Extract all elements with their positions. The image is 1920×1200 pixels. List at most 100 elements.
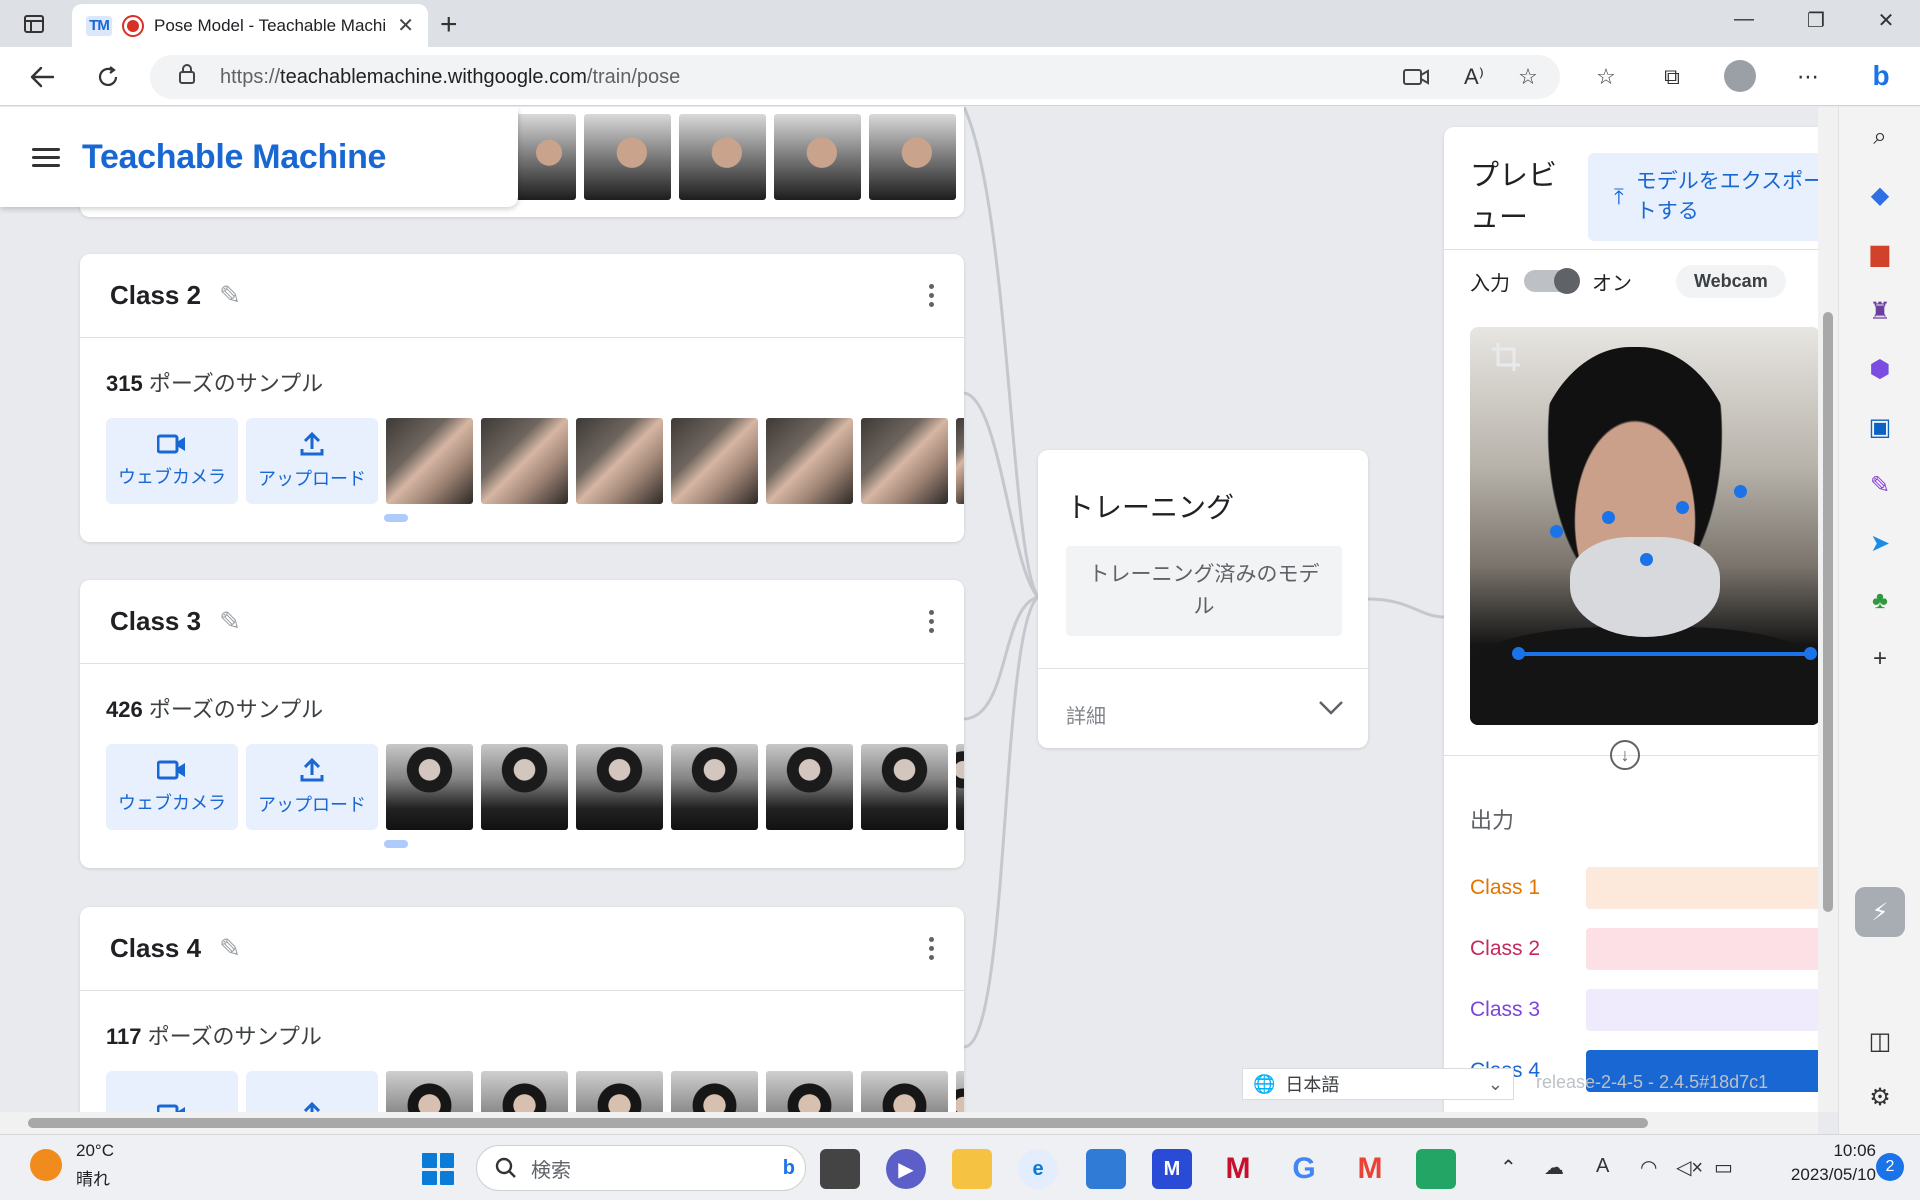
- webcam-button[interactable]: ウェブカメラ: [106, 418, 238, 504]
- page-scrollbar[interactable]: [1818, 107, 1838, 1112]
- tools-icon[interactable]: ▆: [1864, 237, 1896, 269]
- google-icon[interactable]: G: [1284, 1149, 1324, 1189]
- read-aloud-icon[interactable]: A⁾: [1458, 61, 1490, 93]
- edit-pencil-icon[interactable]: ✎: [219, 280, 241, 311]
- sample-thumbnail[interactable]: [766, 744, 853, 830]
- class-name[interactable]: Class 4: [110, 933, 201, 964]
- profile-avatar[interactable]: [1724, 60, 1756, 92]
- app-logo[interactable]: Teachable Machine: [82, 138, 386, 177]
- sample-thumbnail[interactable]: [956, 1071, 964, 1112]
- more-vert-icon[interactable]: [929, 610, 934, 633]
- export-model-button[interactable]: ⤒ モデルをエクスポートする: [1588, 153, 1818, 241]
- add-icon[interactable]: +: [1864, 643, 1896, 675]
- sample-thumbnail[interactable]: [861, 418, 948, 504]
- horizontal-scrollbar[interactable]: [0, 1112, 1818, 1134]
- sample-thumbnail[interactable]: [869, 114, 956, 200]
- bing-chat-icon[interactable]: b: [1858, 53, 1904, 99]
- volume-muted-icon[interactable]: ◁×: [1676, 1155, 1703, 1180]
- clock-time[interactable]: 10:06: [1756, 1141, 1876, 1161]
- sidebar-toggle-icon[interactable]: ◫: [1864, 1025, 1896, 1057]
- clock-date[interactable]: 2023/05/10: [1756, 1165, 1876, 1185]
- input-toggle[interactable]: [1524, 268, 1580, 294]
- sample-scroll-indicator[interactable]: [384, 840, 408, 848]
- more-vert-icon[interactable]: [929, 937, 934, 960]
- sample-thumbnail[interactable]: [766, 1071, 853, 1112]
- chevron-up-icon[interactable]: ⌃: [1500, 1155, 1517, 1180]
- teams-chat-icon[interactable]: ▶: [886, 1149, 926, 1189]
- weather-sun-icon[interactable]: [30, 1149, 62, 1181]
- tab-actions-icon[interactable]: [20, 10, 48, 38]
- weather-condition[interactable]: 晴れ: [76, 1165, 110, 1190]
- scrollbar-thumb[interactable]: [28, 1118, 1648, 1128]
- classroom-icon[interactable]: [1416, 1149, 1456, 1189]
- edit-pencil-icon[interactable]: ✎: [219, 933, 241, 964]
- sample-thumbnail[interactable]: [956, 744, 964, 830]
- crop-icon[interactable]: [1490, 341, 1522, 381]
- sample-thumbnail[interactable]: [386, 1071, 473, 1112]
- more-options-icon[interactable]: ⋯: [1792, 61, 1824, 93]
- sample-thumbnail[interactable]: [766, 418, 853, 504]
- class-name[interactable]: Class 3: [110, 606, 201, 637]
- ime-icon[interactable]: A: [1596, 1155, 1609, 1178]
- onedrive-cloud-icon[interactable]: ☁: [1544, 1155, 1564, 1180]
- file-explorer-icon[interactable]: [952, 1149, 992, 1189]
- close-tab-icon[interactable]: ✕: [397, 13, 414, 38]
- class-name[interactable]: Class 2: [110, 280, 201, 311]
- sample-thumbnail[interactable]: [386, 744, 473, 830]
- sample-thumbnail[interactable]: [516, 114, 576, 200]
- sample-thumbnail[interactable]: [584, 114, 671, 200]
- sample-thumbnail[interactable]: [861, 1071, 948, 1112]
- copilot-app-icon[interactable]: ⚡: [1855, 887, 1905, 937]
- send-icon[interactable]: ➤: [1864, 527, 1896, 559]
- browser-tab[interactable]: TM Pose Model - Teachable Machine ✕: [72, 4, 428, 47]
- favorites-icon[interactable]: ☆: [1590, 61, 1622, 93]
- address-bar[interactable]: https://teachablemachine.withgoogle.com/…: [150, 55, 1560, 99]
- taskbar-search[interactable]: 検索 b: [476, 1145, 806, 1191]
- menu-icon[interactable]: [32, 147, 60, 167]
- games-icon[interactable]: ♜: [1864, 295, 1896, 327]
- sample-thumbnail[interactable]: [576, 744, 663, 830]
- sample-thumbnail[interactable]: [481, 744, 568, 830]
- sample-thumbnail[interactable]: [774, 114, 861, 200]
- collections-icon[interactable]: ⧉: [1656, 61, 1688, 93]
- mcafee-icon[interactable]: M: [1218, 1149, 1258, 1189]
- language-select[interactable]: 🌐 日本語 ⌄: [1242, 1068, 1514, 1100]
- sample-thumbnail[interactable]: [576, 418, 663, 504]
- webcam-button[interactable]: [106, 1071, 238, 1112]
- settings-gear-icon[interactable]: ⚙: [1864, 1081, 1896, 1113]
- edit-pencil-icon[interactable]: ✎: [219, 606, 241, 637]
- upload-button[interactable]: アップロード: [246, 418, 378, 504]
- arrow-down-icon[interactable]: ↓: [1610, 740, 1640, 770]
- refresh-button[interactable]: [90, 59, 126, 95]
- advanced-details-label[interactable]: 詳細: [1066, 700, 1106, 729]
- windows-start-icon[interactable]: [422, 1153, 454, 1185]
- gmail-icon[interactable]: M: [1350, 1149, 1390, 1189]
- designer-icon[interactable]: ✎: [1864, 469, 1896, 501]
- microsoft-store-icon[interactable]: [1086, 1149, 1126, 1189]
- scrollbar-thumb[interactable]: [1823, 312, 1833, 912]
- upload-button[interactable]: [246, 1071, 378, 1112]
- task-view-icon[interactable]: [820, 1149, 860, 1189]
- more-vert-icon[interactable]: [929, 284, 934, 307]
- lock-icon[interactable]: [178, 63, 202, 91]
- back-button[interactable]: [24, 59, 60, 95]
- close-window-button[interactable]: ✕: [1866, 8, 1906, 33]
- input-source-select[interactable]: Webcam: [1676, 264, 1786, 298]
- sample-thumbnail[interactable]: [386, 418, 473, 504]
- wifi-icon[interactable]: ◠: [1640, 1155, 1657, 1180]
- webcam-button[interactable]: ウェブカメラ: [106, 744, 238, 830]
- search-icon[interactable]: ⌕: [1864, 121, 1896, 153]
- sample-thumbnail[interactable]: [481, 1071, 568, 1112]
- microsoft-365-icon[interactable]: ⬢: [1864, 353, 1896, 385]
- sample-thumbnail[interactable]: [679, 114, 766, 200]
- sample-thumbnail[interactable]: [481, 418, 568, 504]
- chevron-down-icon[interactable]: [1318, 690, 1344, 724]
- outlook-icon[interactable]: ▣: [1864, 411, 1896, 443]
- sample-thumbnail[interactable]: [956, 418, 964, 504]
- train-model-button[interactable]: トレーニング済みのモデル: [1066, 546, 1342, 636]
- notification-badge[interactable]: 2: [1876, 1153, 1904, 1181]
- battery-icon[interactable]: ▭: [1714, 1155, 1733, 1180]
- app-icon[interactable]: M: [1152, 1149, 1192, 1189]
- sample-thumbnail[interactable]: [861, 744, 948, 830]
- sample-thumbnail[interactable]: [576, 1071, 663, 1112]
